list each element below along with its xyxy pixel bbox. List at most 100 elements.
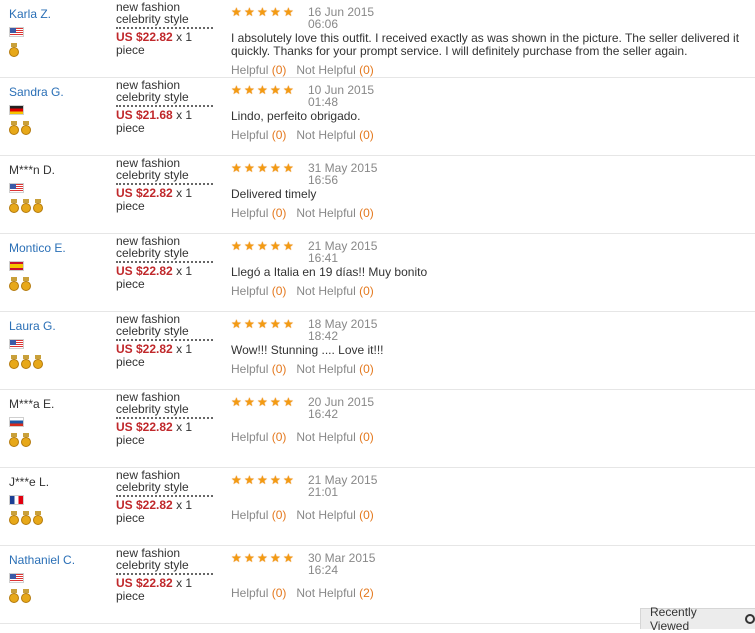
not-helpful-button[interactable]: Not Helpful (0) — [296, 128, 373, 142]
star-rating: ★ ★ ★ ★ ★ — [231, 551, 296, 565]
buyer-level-badges — [9, 511, 104, 525]
star-icon: ★ — [257, 551, 268, 565]
medal-icon — [21, 121, 31, 135]
star-icon: ★ — [231, 551, 242, 565]
feedback-comment: Llegó a Italia en 19 días!! Muy bonito — [231, 265, 428, 279]
helpful-button[interactable]: Helpful (0) — [231, 362, 286, 376]
feedback-list: Karla Z. new fashion celebrity style US … — [0, 0, 755, 624]
product-name[interactable]: new fashion celebrity style — [116, 313, 221, 341]
not-helpful-button[interactable]: Not Helpful (0) — [296, 284, 373, 298]
feedback-content: ★ ★ ★ ★ ★ 18 May 2015 18:42 Wow!!! Stunning … — [231, 316, 751, 376]
country-flag-icon — [9, 573, 24, 583]
helpful-count: (0) — [271, 128, 287, 142]
not-helpful-button[interactable]: Not Helpful (0) — [296, 508, 373, 522]
star-icon: ★ — [283, 473, 294, 487]
buyer-name[interactable]: Karla Z. — [9, 6, 104, 22]
helpful-button[interactable]: Helpful (0) — [231, 63, 286, 77]
country-flag-icon — [9, 261, 24, 271]
feedback-comment: Lindo, perfeito obrigado. — [231, 109, 361, 123]
product-name[interactable]: new fashion celebrity style — [116, 157, 221, 185]
order-price: US $22.82 x 1 piece — [116, 265, 221, 291]
not-helpful-button[interactable]: Not Helpful (0) — [296, 430, 373, 444]
feedback-date: 10 Jun 2015 01:48 — [308, 82, 374, 108]
buyer-info: Sandra G. — [9, 84, 104, 135]
star-rating: ★ ★ ★ ★ ★ — [231, 473, 296, 487]
helpful-votes: Helpful (0) Not Helpful (0) — [231, 206, 751, 220]
order-info: new fashion celebrity style US $22.82 x … — [116, 391, 221, 447]
buyer-name[interactable]: M***n D. — [9, 162, 104, 178]
feedback-date-time: 16:42 — [308, 407, 339, 421]
feedback-content: ★ ★ ★ ★ ★ 30 Mar 2015 16:24 Helpful (0) Not H… — [231, 550, 751, 600]
order-info: new fashion celebrity style US $22.82 x … — [116, 313, 221, 369]
feedback-comment: Wow!!! Stunning .... Love it!!! — [231, 343, 384, 357]
order-price: US $22.82 x 1 piece — [116, 343, 221, 369]
not-helpful-count: (0) — [359, 63, 374, 77]
star-icon: ★ — [283, 239, 294, 253]
star-icon: ★ — [270, 239, 281, 253]
not-helpful-count: (0) — [359, 128, 374, 142]
feedback-date: 21 May 2015 21:01 — [308, 472, 377, 498]
helpful-button[interactable]: Helpful (0) — [231, 284, 286, 298]
star-icon: ★ — [283, 317, 294, 331]
product-name[interactable]: new fashion celebrity style — [116, 79, 221, 107]
recently-viewed-button[interactable]: Recently Viewed — [640, 605, 755, 633]
price-amount: US $22.82 — [116, 420, 173, 434]
buyer-name[interactable]: Laura G. — [9, 318, 104, 334]
buyer-name[interactable]: Montico E. — [9, 240, 104, 256]
buyer-info: Laura G. — [9, 318, 104, 369]
price-amount: US $22.82 — [116, 30, 173, 44]
not-helpful-button[interactable]: Not Helpful (0) — [296, 206, 373, 220]
helpful-count: (0) — [271, 284, 287, 298]
buyer-name[interactable]: Sandra G. — [9, 84, 104, 100]
not-helpful-button[interactable]: Not Helpful (0) — [296, 362, 373, 376]
feedback-date: 20 Jun 2015 16:42 — [308, 394, 374, 420]
product-name[interactable]: new fashion celebrity style — [116, 469, 221, 497]
price-amount: US $22.82 — [116, 264, 173, 278]
helpful-button[interactable]: Helpful (0) — [231, 206, 286, 220]
not-helpful-count: (0) — [359, 508, 374, 522]
buyer-name[interactable]: J***e L. — [9, 474, 104, 490]
order-info: new fashion celebrity style US $22.82 x … — [116, 157, 221, 213]
helpful-votes: Helpful (0) Not Helpful (0) — [231, 430, 751, 444]
product-name[interactable]: new fashion celebrity style — [116, 235, 221, 263]
product-name[interactable]: new fashion celebrity style — [116, 547, 221, 575]
helpful-button[interactable]: Helpful (0) — [231, 430, 286, 444]
star-icon: ★ — [244, 83, 255, 97]
helpful-votes: Helpful (0) Not Helpful (0) — [231, 362, 751, 376]
medal-icon — [33, 355, 43, 369]
buyer-name[interactable]: M***a E. — [9, 396, 104, 412]
feedback-content: ★ ★ ★ ★ ★ 20 Jun 2015 16:42 Helpful (0) Not H… — [231, 394, 751, 444]
order-price: US $21.68 x 1 piece — [116, 109, 221, 135]
star-icon: ★ — [244, 239, 255, 253]
not-helpful-count: (0) — [359, 284, 374, 298]
feedback-comment: I absolutely love this outfit. I receive… — [231, 31, 740, 58]
star-rating: ★ ★ ★ ★ ★ — [231, 239, 296, 253]
medal-icon — [9, 199, 19, 213]
product-name[interactable]: new fashion celebrity style — [116, 1, 221, 29]
buyer-info: M***n D. — [9, 162, 104, 213]
star-icon: ★ — [283, 5, 294, 19]
feedback-item: Montico E. new fashion celebrity style U… — [0, 234, 755, 312]
buyer-info: Karla Z. — [9, 6, 104, 57]
order-info: new fashion celebrity style US $22.82 x … — [116, 235, 221, 291]
star-icon: ★ — [244, 473, 255, 487]
medal-icon — [21, 277, 31, 291]
feedback-content: ★ ★ ★ ★ ★ 21 May 2015 16:41 Llegó a Italia e… — [231, 238, 751, 298]
buyer-info: M***a E. — [9, 396, 104, 447]
product-name[interactable]: new fashion celebrity style — [116, 391, 221, 419]
star-icon: ★ — [270, 395, 281, 409]
helpful-button[interactable]: Helpful (0) — [231, 586, 286, 600]
price-amount: US $22.82 — [116, 576, 173, 590]
feedback-content: ★ ★ ★ ★ ★ 16 Jun 2015 06:06 I absolutely lov… — [231, 4, 751, 77]
star-icon: ★ — [283, 551, 294, 565]
buyer-level-badges — [9, 277, 104, 291]
not-helpful-button[interactable]: Not Helpful (2) — [296, 586, 373, 600]
feedback-content: ★ ★ ★ ★ ★ 10 Jun 2015 01:48 Lindo, perfeito … — [231, 82, 751, 142]
helpful-button[interactable]: Helpful (0) — [231, 508, 286, 522]
buyer-name[interactable]: Nathaniel C. — [9, 552, 104, 568]
feedback-date: 30 Mar 2015 16:24 — [308, 550, 375, 576]
order-price: US $22.82 x 1 piece — [116, 499, 221, 525]
buyer-level-badges — [9, 199, 104, 213]
not-helpful-button[interactable]: Not Helpful (0) — [296, 63, 373, 77]
helpful-button[interactable]: Helpful (0) — [231, 128, 286, 142]
